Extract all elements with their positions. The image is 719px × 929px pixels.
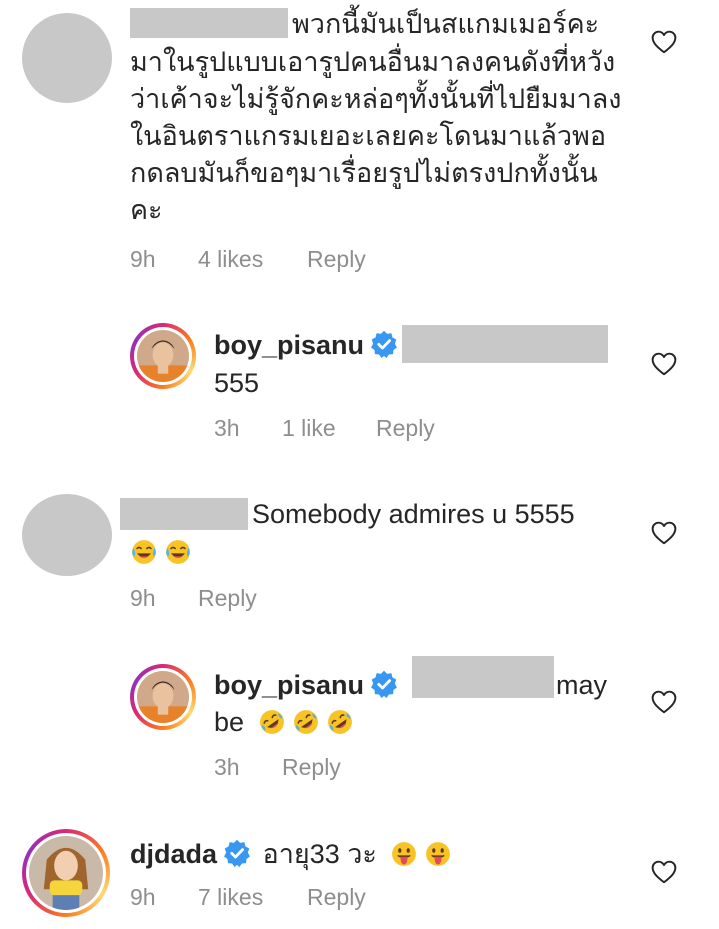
avatar[interactable]: [22, 829, 110, 917]
laughing-tears-emoji: [130, 538, 158, 566]
comment-text: may: [556, 670, 608, 700]
comment-text: คะ: [130, 195, 163, 225]
avatar[interactable]: [130, 323, 196, 389]
rofl-emoji: [326, 708, 354, 736]
comment-text: be: [214, 704, 360, 741]
verified-badge-icon: [370, 330, 398, 358]
comment-text: ในอินตราแกรมเยอะเลยคะโดนมาแล้วพอ: [130, 121, 607, 151]
redacted-username: [120, 498, 248, 530]
verified-badge-icon: [370, 670, 398, 698]
avatar[interactable]: [22, 13, 112, 103]
heart-icon[interactable]: [651, 30, 677, 54]
laughing-tears-emoji: [164, 538, 192, 566]
comment-text: อายุ33 วะ: [262, 839, 377, 869]
comment-text: ว่าเค้าจะไม่รู้จักคะหล่อๆทั้งนั้นที่ไปยื…: [130, 84, 622, 114]
comment-text: 555: [214, 368, 260, 398]
likes-count[interactable]: 1 like: [282, 415, 336, 442]
username-label: boy_pisanu: [214, 670, 365, 700]
redacted-mention: [412, 656, 554, 698]
redacted-username: [130, 8, 288, 38]
reply-button[interactable]: Reply: [307, 884, 366, 911]
redacted-mention: [402, 325, 608, 363]
avatar[interactable]: [22, 494, 112, 576]
username[interactable]: boy_pisanu: [214, 667, 398, 704]
username[interactable]: boy_pisanu: [214, 327, 398, 364]
comment-body: djdada อายุ33 วะ: [130, 836, 458, 873]
comment-text-line: be: [214, 707, 245, 737]
likes-count[interactable]: 7 likes: [198, 884, 263, 911]
timestamp: 9h: [130, 585, 156, 611]
reply-button[interactable]: Reply: [376, 415, 435, 442]
timestamp: 3h: [214, 415, 240, 441]
comment-text: มาในรูปแบบเอารูปคนอื่นมาลงคนดังที่หวัง: [130, 47, 616, 77]
username[interactable]: djdada: [130, 839, 217, 869]
rofl-emoji: [258, 708, 286, 736]
comment-text: กดลบมันก็ขอๆมาเรื่อยรูปไม่ตรงปกทั้งนั้น: [130, 158, 598, 188]
reply-button[interactable]: Reply: [198, 585, 257, 612]
reply-button[interactable]: Reply: [282, 754, 341, 781]
verified-badge-icon: [223, 839, 251, 867]
emoji-row: [130, 538, 198, 566]
rofl-emoji: [292, 708, 320, 736]
comment-text: พวกนี้มันเป็นสแกมเมอร์คะ: [292, 9, 600, 39]
heart-icon[interactable]: [651, 690, 677, 714]
username-label: boy_pisanu: [214, 330, 365, 360]
tongue-emoji: [424, 840, 452, 868]
comment-text: Somebody admires u 5555: [252, 499, 575, 529]
timestamp: 3h: [214, 754, 240, 780]
timestamp: 9h: [130, 884, 156, 910]
profile-photo: [29, 836, 103, 910]
reply-button[interactable]: Reply: [307, 246, 366, 273]
profile-photo: [137, 330, 189, 382]
heart-icon[interactable]: [651, 521, 677, 545]
tongue-emoji: [390, 840, 418, 868]
profile-photo: [137, 671, 189, 723]
heart-icon[interactable]: [651, 352, 677, 376]
avatar[interactable]: [130, 664, 196, 730]
likes-count[interactable]: 4 likes: [198, 246, 263, 273]
timestamp: 9h: [130, 246, 156, 272]
heart-icon[interactable]: [651, 860, 677, 884]
